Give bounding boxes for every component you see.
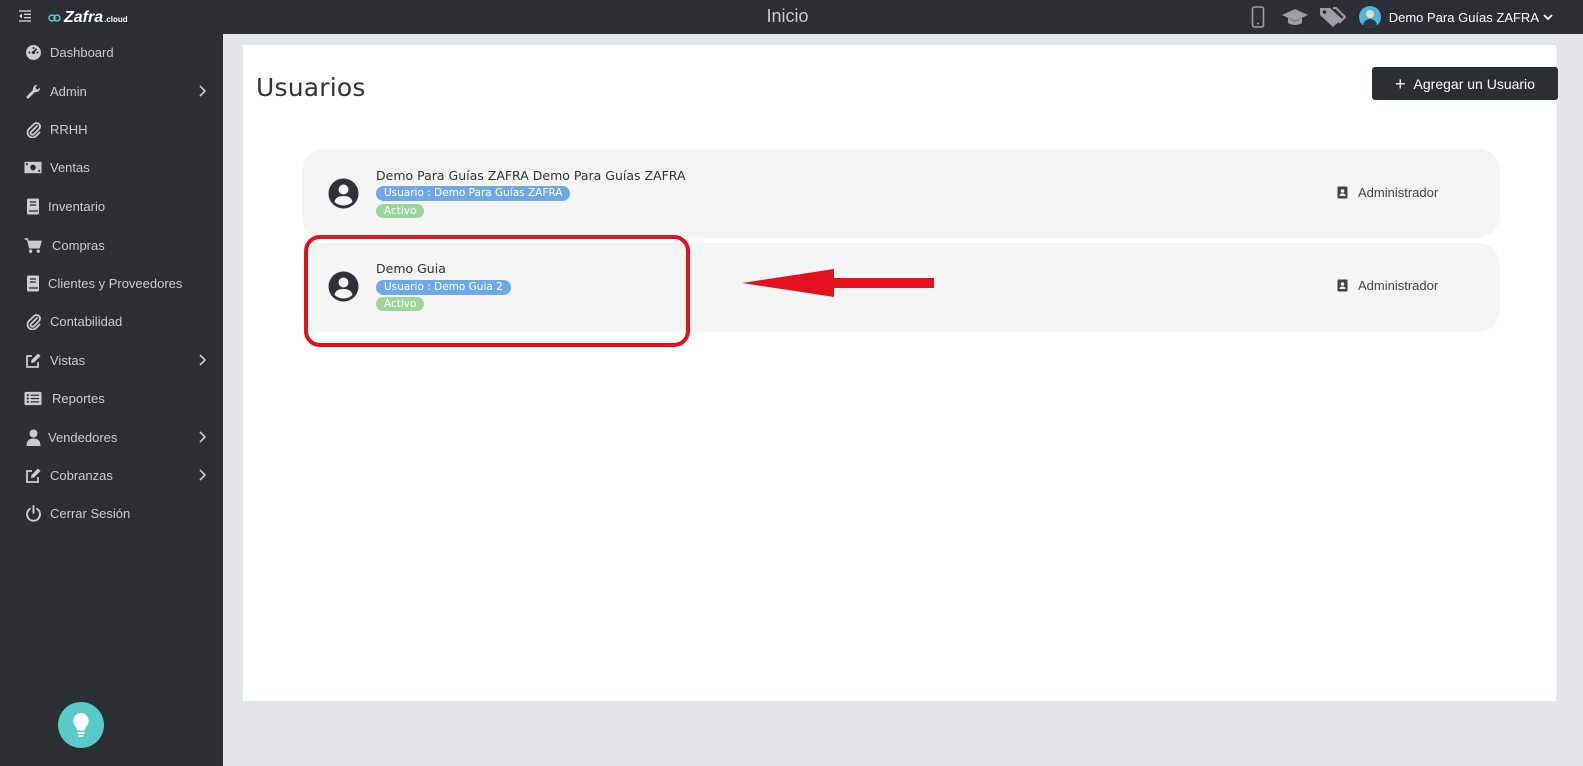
sidebar-item-label: Compras — [52, 237, 105, 253]
sidebar-item-label: Contabilidad — [50, 313, 123, 329]
sidebar-item-inventario[interactable]: Inventario — [0, 188, 223, 224]
sidebar-item-label: Reportes — [52, 390, 105, 406]
sidebar-item-vendedores[interactable]: Vendedores — [0, 419, 223, 455]
paperclip-icon — [24, 312, 42, 330]
sidebar-item-label: Cobranzas — [50, 467, 113, 483]
user-role: Administrador — [1337, 185, 1438, 200]
chevron-right-icon — [199, 85, 207, 97]
lightbulb-icon — [73, 713, 89, 737]
user-name: Demo Para Guías ZAFRA — [1388, 9, 1539, 25]
user-avatar-icon — [328, 178, 359, 209]
chevron-right-icon — [199, 354, 207, 366]
username-badge: Usuario : Demo Para Guías ZAFRA — [376, 186, 571, 201]
users-card: Usuarios + Agregar un Usuario Demo Para … — [242, 44, 1558, 702]
id-badge-icon — [1337, 186, 1348, 199]
top-bar: Zafra .cloud Inicio Demo Para Guías ZAFRA — [0, 0, 1583, 34]
chevron-down-icon — [1543, 14, 1553, 21]
add-user-button[interactable]: + Agregar un Usuario — [1372, 67, 1558, 100]
page-title: Usuarios — [256, 73, 366, 102]
sidebar-item-label: Clientes y Proveedores — [48, 275, 183, 291]
sidebar-item-label: Vendedores — [48, 429, 118, 445]
sidebar-item-admin[interactable]: Admin — [0, 73, 223, 109]
sidebar-item-label: Inventario — [48, 198, 106, 214]
sidebar-item-vistas[interactable]: Vistas — [0, 342, 223, 378]
sidebar-item-label: Ventas — [50, 159, 90, 175]
sidebar-item-label: Cerrar Sesión — [50, 505, 131, 521]
sidebar-item-contabilidad[interactable]: Contabilidad — [0, 303, 223, 339]
status-badge: Activo — [376, 204, 425, 218]
user-menu[interactable]: Demo Para Guías ZAFRA — [1358, 6, 1553, 28]
sidebar-item-dashboard[interactable]: Dashboard — [0, 34, 223, 70]
sidebar-item-label: Admin — [50, 83, 87, 99]
sidebar-item-label: Vistas — [50, 352, 86, 368]
paperclip-icon — [24, 120, 42, 138]
list-icon — [24, 389, 42, 407]
sidebar-item-cobranzas[interactable]: Cobranzas — [0, 457, 223, 493]
role-label: Administrador — [1358, 185, 1439, 200]
sidebar-item-rrhh[interactable]: RRHH — [0, 111, 223, 147]
chevron-right-icon — [199, 431, 207, 443]
sidebar-item-ventas[interactable]: Ventas — [0, 149, 223, 185]
avatar — [1358, 6, 1381, 28]
help-button[interactable] — [58, 702, 104, 748]
graduation-cap-icon[interactable] — [1281, 3, 1309, 31]
edit-icon — [24, 351, 42, 369]
add-user-button-label: Agregar un Usuario — [1413, 75, 1535, 92]
cart-icon — [24, 236, 42, 254]
role-label: Administrador — [1358, 278, 1439, 293]
tags-icon[interactable] — [1318, 3, 1346, 31]
book-icon — [24, 197, 42, 215]
annotation-highlight-box — [304, 235, 690, 347]
dashboard-icon — [24, 43, 42, 61]
plus-icon: + — [1395, 73, 1406, 94]
sidebar-item-clientes-proveedores[interactable]: Clientes y Proveedores — [0, 265, 223, 301]
money-icon — [24, 158, 42, 176]
user-list-item[interactable]: Demo Para Guías ZAFRA Demo Para Guías ZA… — [302, 149, 1500, 238]
annotation-arrow-icon — [742, 269, 934, 297]
user-role: Administrador — [1337, 278, 1438, 293]
chevron-right-icon — [199, 469, 207, 481]
sidebar-item-label: RRHH — [50, 121, 88, 137]
user-icon — [24, 428, 42, 446]
sidebar-item-cerrar-sesion[interactable]: Cerrar Sesión — [0, 495, 223, 531]
edit-icon — [24, 466, 42, 484]
sidebar-item-reportes[interactable]: Reportes — [0, 380, 223, 416]
id-badge-icon — [1337, 279, 1348, 292]
wrench-icon — [24, 82, 42, 100]
power-icon — [24, 504, 42, 522]
sidebar-item-compras[interactable]: Compras — [0, 227, 223, 263]
top-icons: Demo Para Guías ZAFRA — [1244, 0, 1583, 34]
book-icon — [24, 274, 42, 292]
mobile-icon[interactable] — [1244, 3, 1272, 31]
sidebar: Dashboard Admin RRHH Ventas Inventario C… — [0, 34, 223, 766]
user-name: Demo Para Guías ZAFRA Demo Para Guías ZA… — [376, 168, 686, 183]
sidebar-item-label: Dashboard — [50, 44, 114, 60]
